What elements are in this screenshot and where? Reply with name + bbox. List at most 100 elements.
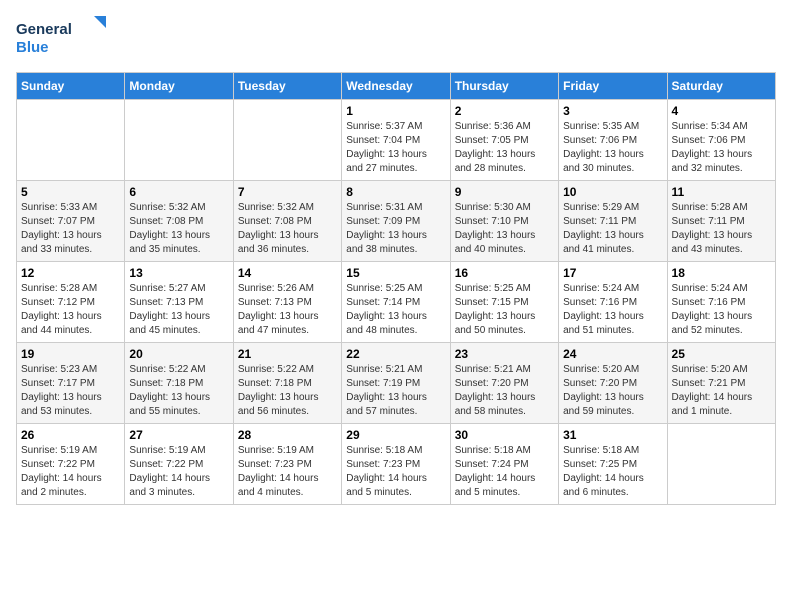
- day-of-week-header: Friday: [559, 73, 667, 100]
- day-info: Sunrise: 5:32 AM Sunset: 7:08 PM Dayligh…: [129, 201, 228, 257]
- day-of-week-header: Monday: [125, 73, 233, 100]
- day-number: 1: [346, 104, 445, 118]
- calendar-cell: 11Sunrise: 5:28 AM Sunset: 7:11 PM Dayli…: [667, 181, 775, 262]
- calendar-cell: 13Sunrise: 5:27 AM Sunset: 7:13 PM Dayli…: [125, 262, 233, 343]
- day-info: Sunrise: 5:18 AM Sunset: 7:23 PM Dayligh…: [346, 444, 445, 500]
- calendar-cell: 28 Sunrise: 5:19 AM Sunset: 7:23 PM Dayli…: [233, 424, 341, 505]
- calendar-week-row: 1 Sunrise: 5:37 AM Sunset: 7:04 PM Daylig…: [17, 100, 776, 181]
- day-number: 14: [238, 266, 337, 280]
- calendar-cell: 24Sunrise: 5:20 AM Sunset: 7:20 PM Dayli…: [559, 343, 667, 424]
- day-info: Sunrise: 5:24 AM Sunset: 7:16 PM Dayligh…: [672, 282, 771, 338]
- day-info: Sunrise: 5:19 AM Sunset: 7:22 PM Dayligh…: [129, 444, 228, 500]
- day-info: Sunrise: 5:29 AM Sunset: 7:11 PM Dayligh…: [563, 201, 662, 257]
- day-number: 15: [346, 266, 445, 280]
- day-number: 22: [346, 347, 445, 361]
- calendar-cell: 5 Sunrise: 5:33 AM Sunset: 7:07 PM Daylig…: [17, 181, 125, 262]
- day-number: 23: [455, 347, 554, 361]
- day-info: Sunrise: 5:25 AM Sunset: 7:15 PM Dayligh…: [455, 282, 554, 338]
- day-of-week-header: Wednesday: [342, 73, 450, 100]
- page-header: General Blue: [16, 16, 776, 60]
- day-info: Sunrise: 5:25 AM Sunset: 7:14 PM Dayligh…: [346, 282, 445, 338]
- day-of-week-header: Tuesday: [233, 73, 341, 100]
- calendar-cell: [667, 424, 775, 505]
- day-info: Sunrise: 5:37 AM Sunset: 7:04 PM Dayligh…: [346, 120, 445, 176]
- day-info: Sunrise: 5:33 AM Sunset: 7:07 PM Dayligh…: [21, 201, 120, 257]
- calendar-cell: 30 Sunrise: 5:18 AM Sunset: 7:24 PM Dayli…: [450, 424, 558, 505]
- calendar-cell: 1 Sunrise: 5:37 AM Sunset: 7:04 PM Daylig…: [342, 100, 450, 181]
- day-number: 28: [238, 428, 337, 442]
- day-info: Sunrise: 5:24 AM Sunset: 7:16 PM Dayligh…: [563, 282, 662, 338]
- day-info: Sunrise: 5:30 AM Sunset: 7:10 PM Dayligh…: [455, 201, 554, 257]
- calendar-cell: 8Sunrise: 5:31 AM Sunset: 7:09 PM Daylig…: [342, 181, 450, 262]
- day-number: 18: [672, 266, 771, 280]
- calendar-cell: [125, 100, 233, 181]
- calendar-header-row: SundayMondayTuesdayWednesdayThursdayFrid…: [17, 73, 776, 100]
- calendar-cell: 27 Sunrise: 5:19 AM Sunset: 7:22 PM Dayli…: [125, 424, 233, 505]
- calendar-week-row: 5 Sunrise: 5:33 AM Sunset: 7:07 PM Daylig…: [17, 181, 776, 262]
- day-info: Sunrise: 5:27 AM Sunset: 7:13 PM Dayligh…: [129, 282, 228, 338]
- day-of-week-header: Sunday: [17, 73, 125, 100]
- calendar-cell: 6 Sunrise: 5:32 AM Sunset: 7:08 PM Daylig…: [125, 181, 233, 262]
- day-of-week-header: Saturday: [667, 73, 775, 100]
- day-number: 26: [21, 428, 120, 442]
- day-number: 24: [563, 347, 662, 361]
- day-info: Sunrise: 5:36 AM Sunset: 7:05 PM Dayligh…: [455, 120, 554, 176]
- day-number: 6: [129, 185, 228, 199]
- calendar-cell: 18 Sunrise: 5:24 AM Sunset: 7:16 PM Dayli…: [667, 262, 775, 343]
- day-number: 27: [129, 428, 228, 442]
- day-info: Sunrise: 5:20 AM Sunset: 7:21 PM Dayligh…: [672, 363, 771, 419]
- calendar-cell: 10 Sunrise: 5:29 AM Sunset: 7:11 PM Dayli…: [559, 181, 667, 262]
- day-info: Sunrise: 5:31 AM Sunset: 7:09 PM Dayligh…: [346, 201, 445, 257]
- day-info: Sunrise: 5:19 AM Sunset: 7:23 PM Dayligh…: [238, 444, 337, 500]
- calendar-cell: 3 Sunrise: 5:35 AM Sunset: 7:06 PM Daylig…: [559, 100, 667, 181]
- day-number: 5: [21, 185, 120, 199]
- calendar-cell: 14Sunrise: 5:26 AM Sunset: 7:13 PM Dayli…: [233, 262, 341, 343]
- day-number: 2: [455, 104, 554, 118]
- day-info: Sunrise: 5:22 AM Sunset: 7:18 PM Dayligh…: [129, 363, 228, 419]
- calendar-cell: 25 Sunrise: 5:20 AM Sunset: 7:21 PM Dayli…: [667, 343, 775, 424]
- calendar-cell: 2 Sunrise: 5:36 AM Sunset: 7:05 PM Daylig…: [450, 100, 558, 181]
- svg-text:General: General: [16, 21, 72, 38]
- day-number: 20: [129, 347, 228, 361]
- day-number: 25: [672, 347, 771, 361]
- day-info: Sunrise: 5:21 AM Sunset: 7:19 PM Dayligh…: [346, 363, 445, 419]
- day-number: 7: [238, 185, 337, 199]
- calendar-cell: 19 Sunrise: 5:23 AM Sunset: 7:17 PM Dayli…: [17, 343, 125, 424]
- day-info: Sunrise: 5:23 AM Sunset: 7:17 PM Dayligh…: [21, 363, 120, 419]
- day-number: 17: [563, 266, 662, 280]
- day-number: 10: [563, 185, 662, 199]
- day-number: 12: [21, 266, 120, 280]
- day-info: Sunrise: 5:34 AM Sunset: 7:06 PM Dayligh…: [672, 120, 771, 176]
- day-number: 3: [563, 104, 662, 118]
- day-info: Sunrise: 5:28 AM Sunset: 7:11 PM Dayligh…: [672, 201, 771, 257]
- calendar-cell: 4Sunrise: 5:34 AM Sunset: 7:06 PM Daylig…: [667, 100, 775, 181]
- calendar-week-row: 19 Sunrise: 5:23 AM Sunset: 7:17 PM Dayli…: [17, 343, 776, 424]
- calendar-week-row: 12Sunrise: 5:28 AM Sunset: 7:12 PM Dayli…: [17, 262, 776, 343]
- day-number: 29: [346, 428, 445, 442]
- day-number: 30: [455, 428, 554, 442]
- calendar-cell: 12Sunrise: 5:28 AM Sunset: 7:12 PM Dayli…: [17, 262, 125, 343]
- day-info: Sunrise: 5:22 AM Sunset: 7:18 PM Dayligh…: [238, 363, 337, 419]
- calendar-cell: 16 Sunrise: 5:25 AM Sunset: 7:15 PM Dayli…: [450, 262, 558, 343]
- day-info: Sunrise: 5:19 AM Sunset: 7:22 PM Dayligh…: [21, 444, 120, 500]
- calendar-cell: 29 Sunrise: 5:18 AM Sunset: 7:23 PM Dayli…: [342, 424, 450, 505]
- day-info: Sunrise: 5:18 AM Sunset: 7:24 PM Dayligh…: [455, 444, 554, 500]
- day-number: 9: [455, 185, 554, 199]
- day-info: Sunrise: 5:18 AM Sunset: 7:25 PM Dayligh…: [563, 444, 662, 500]
- calendar-cell: 21Sunrise: 5:22 AM Sunset: 7:18 PM Dayli…: [233, 343, 341, 424]
- calendar-cell: [17, 100, 125, 181]
- calendar-cell: [233, 100, 341, 181]
- day-info: Sunrise: 5:35 AM Sunset: 7:06 PM Dayligh…: [563, 120, 662, 176]
- svg-text:Blue: Blue: [16, 39, 49, 56]
- day-of-week-header: Thursday: [450, 73, 558, 100]
- calendar-cell: 17 Sunrise: 5:24 AM Sunset: 7:16 PM Dayli…: [559, 262, 667, 343]
- calendar-cell: 7Sunrise: 5:32 AM Sunset: 7:08 PM Daylig…: [233, 181, 341, 262]
- day-info: Sunrise: 5:21 AM Sunset: 7:20 PM Dayligh…: [455, 363, 554, 419]
- day-number: 31: [563, 428, 662, 442]
- calendar-cell: 31 Sunrise: 5:18 AM Sunset: 7:25 PM Dayli…: [559, 424, 667, 505]
- day-number: 16: [455, 266, 554, 280]
- calendar-cell: 23 Sunrise: 5:21 AM Sunset: 7:20 PM Dayli…: [450, 343, 558, 424]
- day-number: 19: [21, 347, 120, 361]
- calendar-cell: 15 Sunrise: 5:25 AM Sunset: 7:14 PM Dayli…: [342, 262, 450, 343]
- calendar-table: SundayMondayTuesdayWednesdayThursdayFrid…: [16, 72, 776, 505]
